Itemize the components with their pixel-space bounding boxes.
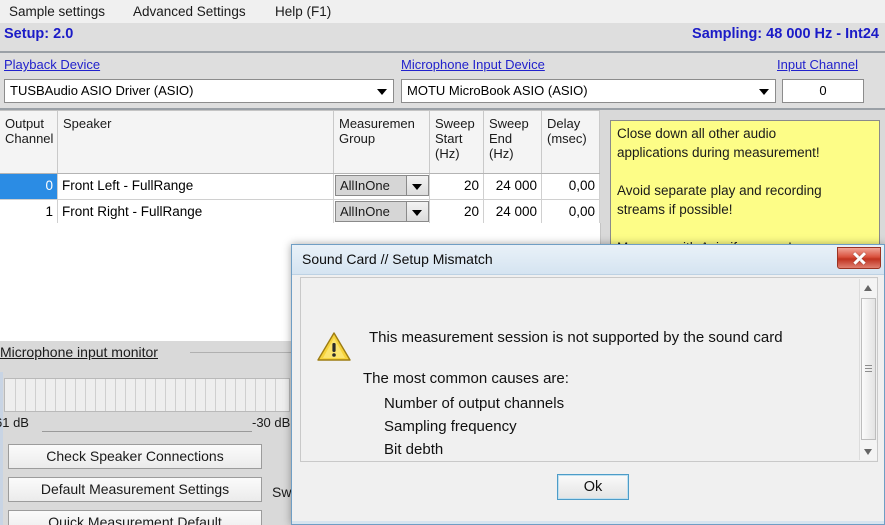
table-row[interactable]: 0 Front Left - FullRange AllInOne 20 24 … — [0, 174, 600, 200]
microphone-input-monitor-title: Microphone input monitor — [0, 344, 158, 360]
cell-speaker[interactable]: Front Right - FullRange — [58, 200, 334, 225]
dialog-footer-strip — [292, 521, 884, 524]
cell-sweep-end[interactable]: 24 000 — [484, 200, 542, 225]
column-header-delay: Delay (msec) — [542, 111, 600, 173]
dialog-title-bar[interactable]: Sound Card // Setup Mismatch — [292, 245, 884, 275]
cell-output-channel[interactable]: 0 — [0, 174, 58, 199]
menu-bar: Sample settings Advanced Settings Help (… — [0, 0, 885, 24]
hint-line: applications during measurement! — [617, 145, 820, 160]
application-window: Sample settings Advanced Settings Help (… — [0, 0, 885, 525]
cell-sweep-start[interactable]: 20 — [430, 200, 484, 225]
hint-line: streams if possible! — [617, 202, 733, 217]
chevron-down-icon[interactable] — [406, 202, 428, 221]
column-header-output-channel: Output Channel — [0, 111, 58, 173]
hint-line: Close down all other audio — [617, 126, 777, 141]
dialog-cause-item: Sampling frequency — [384, 418, 517, 435]
column-header-measurement-group: Measuremen Group — [334, 111, 430, 173]
chevron-down-icon — [377, 89, 387, 95]
dialog-message-area: This measurement session is not supporte… — [300, 277, 878, 462]
hint-spacer — [617, 162, 873, 181]
scrollbar-thumb[interactable] — [861, 298, 876, 440]
playback-device-value: TUSBAudio ASIO Driver (ASIO) — [10, 83, 194, 98]
setup-label: Setup: 2.0 — [4, 26, 74, 42]
cell-sweep-start[interactable]: 20 — [430, 174, 484, 199]
speaker-table: Output Channel Speaker Measuremen Group … — [0, 110, 600, 226]
dialog-cause-item: Bit debth — [384, 441, 444, 458]
input-channel-field[interactable]: 0 — [782, 79, 864, 103]
measurement-group-combobox[interactable]: AllInOne — [335, 175, 429, 196]
warning-triangle-icon — [317, 332, 351, 361]
hint-spacer — [617, 219, 873, 238]
measurement-group-value: AllInOne — [340, 177, 390, 193]
table-header-row: Output Channel Speaker Measuremen Group … — [0, 111, 600, 174]
input-channel-link[interactable]: Input Channel — [777, 57, 858, 72]
scrollbar-grip-icon — [865, 365, 872, 372]
scroll-down-icon[interactable] — [860, 443, 877, 460]
cell-delay[interactable]: 0,00 — [542, 174, 600, 199]
measurement-group-value: AllInOne — [340, 203, 390, 219]
chevron-down-icon[interactable] — [406, 176, 428, 195]
input-level-meter — [4, 378, 290, 412]
meter-min-db-label: 61 dB — [0, 415, 29, 430]
playback-device-combobox[interactable]: TUSBAudio ASIO Driver (ASIO) — [4, 79, 394, 103]
measurement-group-combobox[interactable]: AllInOne — [335, 201, 429, 222]
microphone-device-combobox[interactable]: MOTU MicroBook ASIO (ASIO) — [401, 79, 776, 103]
close-icon[interactable] — [837, 247, 881, 269]
cell-sweep-end[interactable]: 24 000 — [484, 174, 542, 199]
dialog-subheading: The most common causes are: — [363, 370, 569, 387]
cell-measurement-group[interactable]: AllInOne — [334, 200, 430, 225]
column-header-speaker: Speaker — [58, 111, 334, 173]
divider — [190, 352, 300, 353]
cell-delay[interactable]: 0,00 — [542, 200, 600, 225]
sampling-label: Sampling: 48 000 Hz - Int24 — [692, 26, 879, 42]
check-speaker-connections-button[interactable]: Check Speaker Connections — [8, 444, 262, 469]
cell-speaker[interactable]: Front Left - FullRange — [58, 174, 334, 199]
column-header-sweep-end: Sweep End (Hz) — [484, 111, 542, 173]
menu-item-help[interactable]: Help (F1) — [270, 2, 336, 21]
cell-output-channel[interactable]: 1 — [0, 200, 58, 225]
scroll-up-icon[interactable] — [860, 279, 877, 296]
ok-button[interactable]: Ok — [557, 474, 629, 500]
quick-measurement-default-button[interactable]: Quick Measurement Default — [8, 510, 262, 525]
chevron-down-icon — [759, 89, 769, 95]
audio-warning-hint-panel: Close down all other audio applications … — [610, 120, 880, 248]
microphone-device-value: MOTU MicroBook ASIO (ASIO) — [407, 83, 588, 98]
device-row: Playback Device Microphone Input Device … — [0, 53, 885, 110]
dialog-cause-item: Number of output channels — [384, 395, 565, 412]
setup-mismatch-dialog: Sound Card // Setup Mismatch This measur… — [291, 244, 885, 525]
menu-item-advanced-settings[interactable]: Advanced Settings — [128, 2, 251, 21]
dialog-title: Sound Card // Setup Mismatch — [302, 251, 493, 267]
dialog-scrollbar[interactable] — [859, 279, 877, 460]
column-header-sweep-start: Sweep Start (Hz) — [430, 111, 484, 173]
meter-max-db-label: -30 dB — [252, 415, 291, 430]
dialog-heading: This measurement session is not supporte… — [369, 329, 783, 346]
default-measurement-settings-button[interactable]: Default Measurement Settings — [8, 477, 262, 502]
microphone-input-device-link[interactable]: Microphone Input Device — [401, 57, 545, 72]
cell-measurement-group[interactable]: AllInOne — [334, 174, 430, 199]
playback-device-link[interactable]: Playback Device — [4, 57, 100, 72]
meter-scale-line — [42, 431, 252, 432]
panel-left-edge — [0, 372, 3, 525]
menu-item-sample-settings[interactable]: Sample settings — [4, 2, 110, 21]
sweep-label-partial: Sw — [272, 484, 292, 500]
setup-bar: Setup: 2.0 Sampling: 48 000 Hz - Int24 — [0, 23, 885, 53]
hint-line: Avoid separate play and recording — [617, 183, 822, 198]
